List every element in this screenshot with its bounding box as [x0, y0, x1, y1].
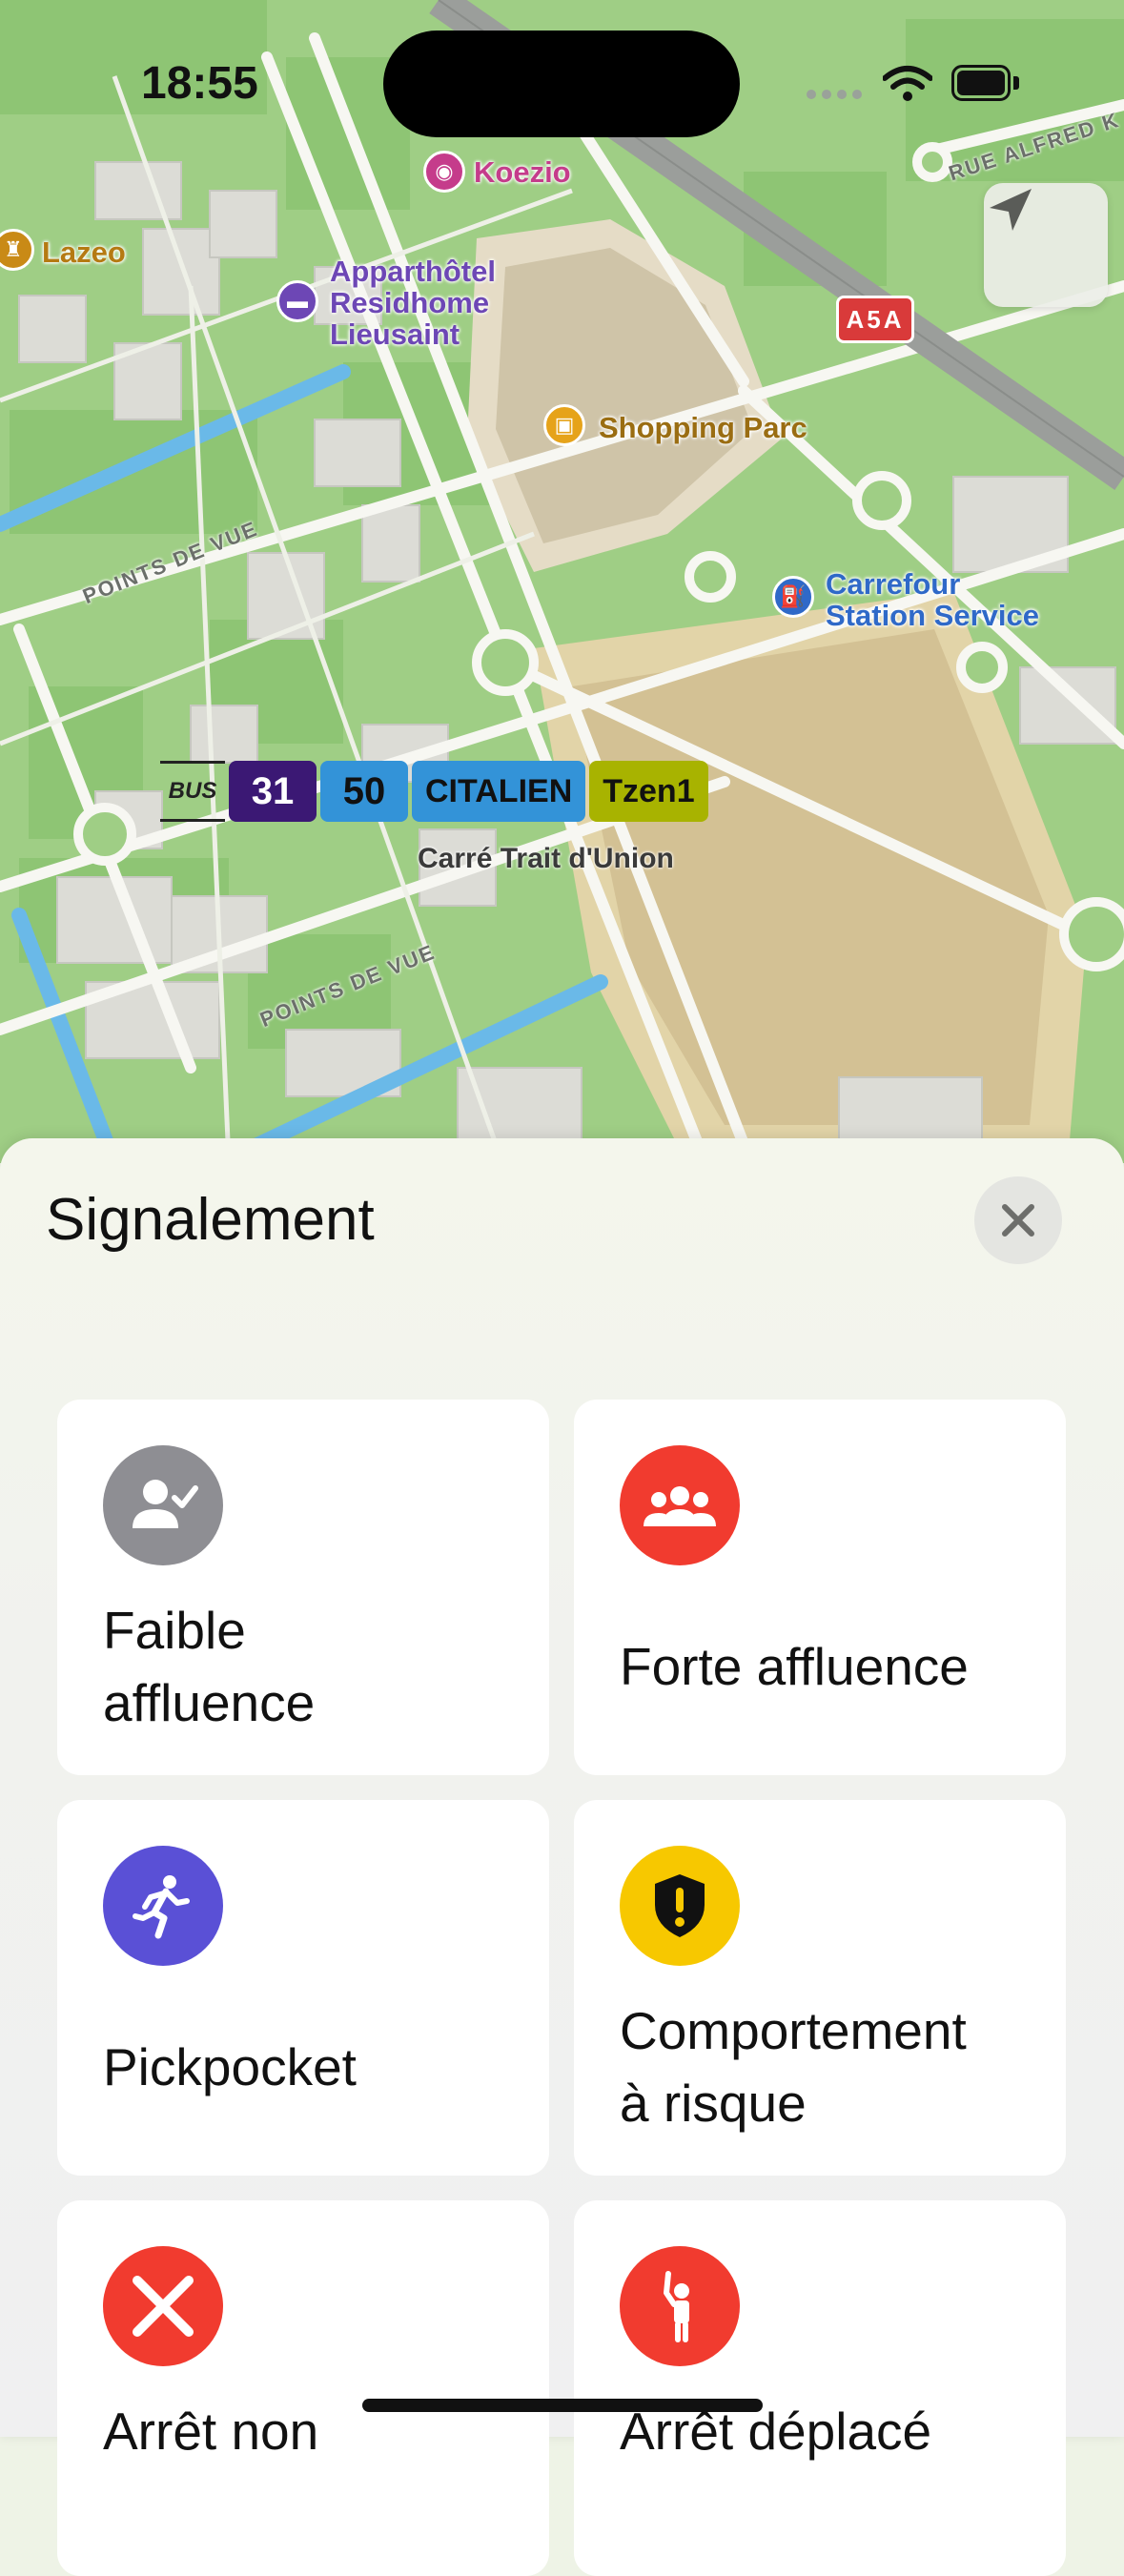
person-check-icon — [103, 1445, 223, 1565]
option-label: Faible affluence — [103, 1594, 511, 1739]
person-hand-raised-icon — [620, 2246, 740, 2366]
poi-apparthotel-line1: Apparthôtel — [330, 255, 496, 288]
poi-lazeo[interactable]: Lazeo — [42, 236, 126, 268]
bed-icon[interactable]: ▬ — [276, 280, 318, 322]
location-arrow-icon — [990, 189, 1032, 231]
option-label-line1: Faible — [103, 1601, 246, 1660]
map-view[interactable]: POINTS DE VUE POINTS DE VUE RUE ALFRED K… — [0, 0, 1124, 1163]
close-icon — [1002, 1204, 1034, 1237]
option-label: Comportement à risque — [620, 1994, 1028, 2139]
running-person-icon — [103, 1846, 223, 1966]
option-comportement-a-risque[interactable]: Comportement à risque — [574, 1800, 1066, 2176]
locate-me-button[interactable] — [984, 183, 1108, 307]
highway-shield: A5A — [836, 296, 914, 343]
poi-apparthotel-line3: Lieusaint — [330, 317, 460, 351]
poi-koezio[interactable]: Koezio — [474, 156, 571, 188]
line-badge-citalien: CITALIEN — [412, 761, 586, 822]
line-badge-tzen1: Tzen1 — [589, 761, 708, 822]
poi-carrefour[interactable]: Carrefour Station Service — [826, 568, 1039, 631]
shopping-bag-icon[interactable]: ▣ — [543, 404, 585, 446]
battery-icon — [951, 65, 1020, 101]
option-label: Forte affluence — [620, 1637, 969, 1696]
report-sheet: Signalement Faible affluence Forte afflu… — [0, 1138, 1124, 2576]
line-badge-31: 31 — [229, 761, 317, 822]
close-button[interactable] — [974, 1176, 1062, 1264]
poi-carrefour-line1: Carrefour — [826, 567, 961, 601]
option-faible-affluence[interactable]: Faible affluence — [57, 1400, 549, 1775]
poi-apparthotel[interactable]: Apparthôtel Residhome Lieusaint — [330, 256, 496, 350]
cellular-signal-icon — [807, 90, 862, 99]
line-badge-50: 50 — [320, 761, 408, 822]
wifi-icon — [883, 66, 932, 101]
bus-stop-lines[interactable]: BUS 31 50 CITALIEN Tzen1 — [160, 761, 708, 822]
ticket-icon[interactable]: ◉ — [423, 151, 465, 193]
dynamic-island — [383, 31, 740, 137]
option-forte-affluence[interactable]: Forte affluence — [574, 1400, 1066, 1775]
option-pickpocket[interactable]: Pickpocket — [57, 1800, 549, 2176]
home-indicator[interactable] — [362, 2399, 763, 2412]
poi-apparthotel-line2: Residhome — [330, 286, 490, 319]
option-label-line2: à risque — [620, 2074, 807, 2133]
option-arret-non[interactable]: Arrêt non — [57, 2200, 549, 2576]
shield-exclamation-icon — [620, 1846, 740, 1966]
option-arret-deplace[interactable]: Arrêt déplacé — [574, 2200, 1066, 2576]
status-time: 18:55 — [141, 58, 258, 109]
option-label-line2: affluence — [103, 1673, 316, 1732]
option-label-line1: Comportement — [620, 2001, 967, 2060]
bus-mode-label: BUS — [160, 761, 225, 822]
poi-carrefour-line2: Station Service — [826, 599, 1039, 632]
x-mark-icon — [103, 2246, 223, 2366]
sheet-title: Signalement — [46, 1187, 375, 1253]
fuel-icon[interactable]: ⛽ — [772, 576, 814, 618]
poi-shopping-parc[interactable]: Shopping Parc — [599, 412, 807, 443]
bus-stop-name[interactable]: Carré Trait d'Union — [418, 843, 674, 875]
group-icon — [620, 1445, 740, 1565]
option-label: Pickpocket — [103, 2037, 357, 2096]
